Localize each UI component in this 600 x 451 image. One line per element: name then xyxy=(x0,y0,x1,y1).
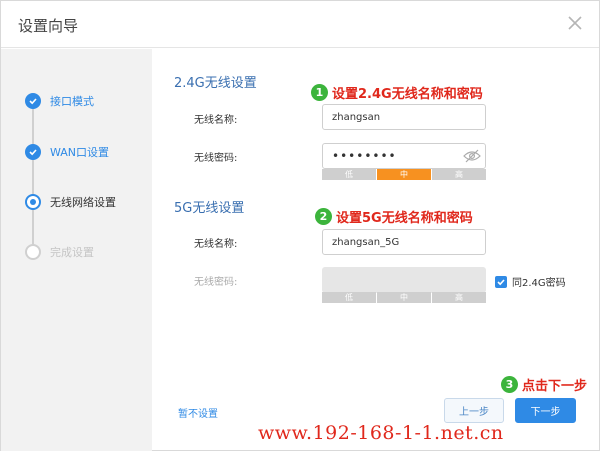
wifi24-section-title: 2.4G无线设置 xyxy=(174,76,257,91)
wifi24-password-label: 无线密码: xyxy=(194,153,238,164)
watermark-text: www.192-168-1-1.net.cn xyxy=(258,422,504,444)
wifi24-password-strength: 低 中 高 xyxy=(322,169,486,180)
close-icon[interactable] xyxy=(563,11,587,35)
wifi24-password-input[interactable]: •••••••• xyxy=(322,143,486,169)
step-label: 接口模式 xyxy=(50,95,94,108)
step-interface-mode: 接口模式 xyxy=(25,93,94,109)
wifi5-password-strength: 低 中 高 xyxy=(322,292,486,303)
skip-setup-link[interactable]: 暂不设置 xyxy=(178,405,218,420)
wifi24-name-label: 无线名称: xyxy=(194,115,238,126)
previous-button[interactable]: 上一步 xyxy=(444,398,504,423)
step-wan-settings: WAN口设置 xyxy=(25,144,109,160)
wifi24-name-value: zhangsan xyxy=(332,111,381,123)
wifi24-password-value: •••••••• xyxy=(332,149,397,163)
wifi24-name-input[interactable]: zhangsan xyxy=(322,104,486,130)
dialog-header: 设置向导 xyxy=(1,1,599,48)
annotation-text: 点击下一步 xyxy=(522,379,588,394)
wifi5-section-title: 5G无线设置 xyxy=(174,201,245,216)
wifi5-password-label: 无线密码: xyxy=(194,277,238,288)
wifi5-password-input xyxy=(322,267,486,293)
eye-hidden-icon[interactable] xyxy=(463,149,481,163)
annotation-number: 3 xyxy=(501,376,518,393)
wifi5-name-label: 无线名称: xyxy=(194,239,238,250)
step-label: WAN口设置 xyxy=(50,146,110,159)
checkbox-checked-icon[interactable] xyxy=(495,275,507,288)
strength-mid: 中 xyxy=(377,169,431,180)
wifi5-name-input[interactable]: zhangsan_5G xyxy=(322,229,486,255)
dialog-title: 设置向导 xyxy=(18,17,79,35)
strength-mid: 中 xyxy=(377,292,431,303)
annotation-3: 3 点击下一步 xyxy=(501,375,587,394)
steps-connector xyxy=(32,101,34,253)
annotation-text: 设置2.4G无线名称和密码 xyxy=(332,87,483,102)
strength-low: 低 xyxy=(322,292,376,303)
check-icon xyxy=(25,144,41,160)
wizard-steps-sidebar: 接口模式 WAN口设置 无线网络设置 完成设置 xyxy=(1,49,152,451)
check-icon xyxy=(25,93,41,109)
same-as-24g-checkbox[interactable]: 同2.4G密码 xyxy=(495,274,566,289)
pending-step-icon xyxy=(25,244,41,260)
step-finish: 完成设置 xyxy=(25,244,94,260)
annotation-text: 设置5G无线名称和密码 xyxy=(336,211,473,226)
step-label: 完成设置 xyxy=(50,246,94,259)
strength-high: 高 xyxy=(432,292,486,303)
step-wireless-settings: 无线网络设置 xyxy=(25,194,116,210)
annotation-number: 1 xyxy=(311,84,328,101)
setup-wizard-dialog: 设置向导 接口模式 WAN口设置 无线网络设置 完成设置 2.4G无线设置 无线… xyxy=(0,0,600,451)
wifi5-name-value: zhangsan_5G xyxy=(332,236,400,248)
annotation-2: 2 设置5G无线名称和密码 xyxy=(315,207,473,226)
same-as-24g-label[interactable]: 同2.4G密码 xyxy=(512,274,566,289)
strength-high: 高 xyxy=(432,169,486,180)
annotation-number: 2 xyxy=(315,208,332,225)
next-button[interactable]: 下一步 xyxy=(515,398,576,423)
step-label: 无线网络设置 xyxy=(50,196,116,209)
annotation-1: 1 设置2.4G无线名称和密码 xyxy=(311,83,483,102)
strength-low: 低 xyxy=(322,169,376,180)
current-step-icon xyxy=(25,194,41,210)
